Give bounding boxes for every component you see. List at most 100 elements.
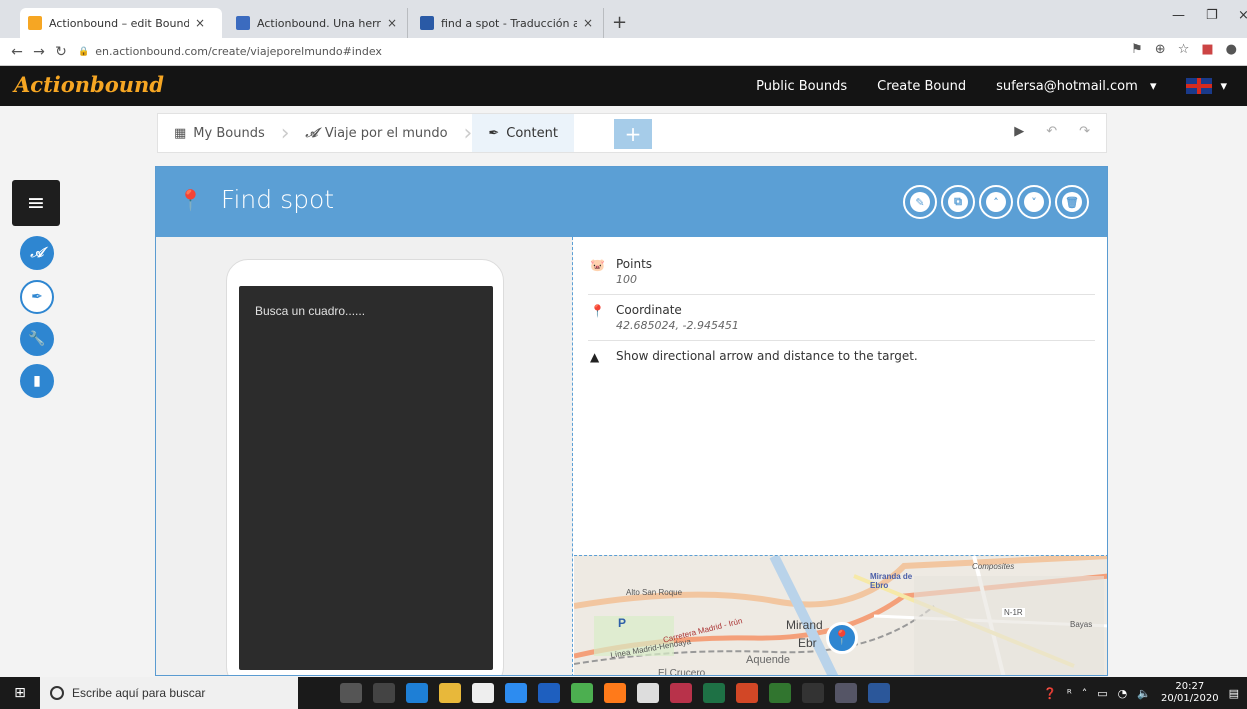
language-menu[interactable]: ▾ <box>1186 78 1227 94</box>
translator-favicon <box>420 16 434 30</box>
sidebar-stats-button[interactable]: ▮ <box>20 364 54 398</box>
tab-title: Actionbound. Una herramienta e <box>257 16 381 30</box>
map-label: Mirand <box>786 618 823 632</box>
mail-icon[interactable] <box>637 683 659 703</box>
breadcrumb-content[interactable]: ✒ Content <box>472 114 574 152</box>
browser-tab-actionbound-edit[interactable]: Actionbound – edit Bound | Crea × <box>20 8 222 38</box>
undo-icon[interactable]: ↶ <box>1046 124 1057 139</box>
map-view[interactable]: Alto San Roque Miranda de Ebro Composite… <box>574 555 1107 676</box>
task-view-icon[interactable] <box>373 683 395 703</box>
user-menu[interactable]: sufersa@hotmail.com ▾ <box>996 79 1156 94</box>
search-app-icon[interactable] <box>835 683 857 703</box>
create-bound-link[interactable]: Create Bound <box>877 79 966 94</box>
store-icon[interactable] <box>472 683 494 703</box>
menu-hamburger-icon[interactable]: ≡ <box>12 180 60 226</box>
windows-start-icon[interactable]: ⊞ <box>0 685 40 701</box>
property-value: 42.685024, -2.945451 <box>616 319 739 332</box>
quill-icon: ✒ <box>31 289 43 305</box>
delete-button[interactable]: 🗑 <box>1055 185 1089 219</box>
powerpoint-icon[interactable] <box>736 683 758 703</box>
location-pin-icon: 📍 <box>590 304 605 318</box>
tray-chevron-up-icon[interactable]: ˄ <box>1082 687 1088 700</box>
sidebar-settings-button[interactable]: 🔧 <box>20 322 54 356</box>
clock[interactable]: 20:27 20/01/2020 <box>1161 681 1219 705</box>
breadcrumb-label: Viaje por el mundo <box>324 125 448 141</box>
close-tab-icon[interactable]: × <box>583 16 593 30</box>
location-pin-icon: 📍 <box>178 187 203 212</box>
bookmark-star-icon[interactable]: ☆ <box>1178 42 1190 57</box>
app-icon[interactable] <box>538 683 560 703</box>
windows-taskbar: ⊞ Escribe aquí para buscar ❓ ᴿ ˄ ▭ ◔ 🔈 2… <box>0 677 1247 709</box>
duplicate-button[interactable]: ⧉ <box>941 185 975 219</box>
edit-button[interactable]: ✎ <box>903 185 937 219</box>
map-marker-pin-icon[interactable]: 📍 <box>826 622 858 654</box>
breadcrumb-viaje[interactable]: 𝒜 Viaje por el mundo <box>290 114 464 152</box>
sidebar-bound-button[interactable]: 𝒜 <box>20 236 54 270</box>
chrome-icon[interactable] <box>571 683 593 703</box>
map-label: El Crucero <box>658 668 706 676</box>
system-tray: ❓ ᴿ ˄ ▭ ◔ 🔈 20:27 20/01/2020 ▤ <box>1043 677 1247 709</box>
property-label: Show directional arrow and distance to t… <box>616 349 918 363</box>
move-down-button[interactable]: ˅ <box>1017 185 1051 219</box>
tab-title: find a spot - Traducción al españ <box>441 16 577 30</box>
property-label: Points <box>616 257 653 271</box>
actionbound-icon: 𝒜 <box>305 125 318 141</box>
close-tab-icon[interactable]: × <box>387 16 397 30</box>
play-icon[interactable]: ▶ <box>1014 124 1024 139</box>
forward-icon[interactable]: → <box>28 44 50 60</box>
property-points[interactable]: 🐷 Points 100 <box>588 249 1095 295</box>
chevron-down-icon: ˅ <box>1024 192 1044 212</box>
dropbox-icon[interactable] <box>505 683 527 703</box>
breadcrumb-my-bounds[interactable]: ▦ My Bounds <box>158 114 281 152</box>
reload-icon[interactable]: ↻ <box>50 44 72 60</box>
access-icon[interactable] <box>670 683 692 703</box>
word-icon[interactable] <box>868 683 890 703</box>
lock-icon: 🔒 <box>78 46 90 57</box>
actionbound-logo[interactable]: Actionbound <box>14 72 164 97</box>
browser-tab-actionbound-herramienta[interactable]: Actionbound. Una herramienta e × <box>228 8 408 38</box>
close-tab-icon[interactable]: × <box>195 16 205 30</box>
add-element-button[interactable]: + <box>614 119 652 149</box>
property-coordinate[interactable]: 📍 Coordinate 42.685024, -2.945451 <box>588 295 1095 341</box>
new-tab-button[interactable]: + <box>612 12 627 33</box>
breadcrumb-separator: › <box>463 120 473 146</box>
battery-icon[interactable]: ▭ <box>1097 687 1107 700</box>
firefox-icon[interactable] <box>604 683 626 703</box>
translate-icon[interactable]: ⚑ <box>1131 42 1143 57</box>
move-up-button[interactable]: ˄ <box>979 185 1013 219</box>
volume-icon[interactable]: 🔈 <box>1137 687 1151 700</box>
zoom-icon[interactable]: ⊕ <box>1155 42 1166 57</box>
url-field[interactable]: 🔒 en.actionbound.com/create/viajeporelmu… <box>78 45 382 58</box>
copy-icon: ⧉ <box>948 192 968 212</box>
help-icon[interactable]: ❓ <box>1043 687 1057 700</box>
edge-icon[interactable] <box>406 683 428 703</box>
clock-time: 20:27 <box>1175 681 1205 692</box>
minimize-icon[interactable]: — <box>1172 8 1185 23</box>
file-explorer-icon[interactable] <box>439 683 461 703</box>
extension-icon[interactable]: ■ <box>1201 42 1213 57</box>
browser-actions: ⚑ ⊕ ☆ ■ ● <box>1131 42 1237 57</box>
notifications-icon[interactable]: ▤ <box>1229 687 1239 700</box>
taskbar-search[interactable]: Escribe aquí para buscar <box>40 677 298 709</box>
back-icon[interactable]: ← <box>6 44 28 60</box>
restore-icon[interactable]: ❐ <box>1206 8 1218 23</box>
people-icon[interactable]: ᴿ <box>1067 687 1072 700</box>
excel-icon[interactable] <box>703 683 725 703</box>
crumb-tools: ▶ ↶ ↷ <box>1014 124 1090 139</box>
map-label: Aquende <box>746 654 791 666</box>
microphone-icon[interactable] <box>340 683 362 703</box>
sidebar-content-button[interactable]: ✒ <box>20 280 54 314</box>
caret-down-icon: ▾ <box>1220 78 1227 94</box>
chevron-up-icon: ˄ <box>986 192 1006 212</box>
actionbound-icon: 𝒜 <box>30 245 44 261</box>
publisher-icon[interactable] <box>769 683 791 703</box>
network-icon[interactable]: ◔ <box>1118 687 1128 700</box>
public-bounds-link[interactable]: Public Bounds <box>756 79 847 94</box>
close-window-icon[interactable]: × <box>1238 8 1247 23</box>
property-directional-arrow[interactable]: ▲ Show directional arrow and distance to… <box>588 341 1095 371</box>
profile-icon[interactable]: ● <box>1226 42 1237 57</box>
browser-tab-find-a-spot[interactable]: find a spot - Traducción al españ × <box>412 8 604 38</box>
app-icon[interactable] <box>802 683 824 703</box>
redo-icon[interactable]: ↷ <box>1079 124 1090 139</box>
url-text: en.actionbound.com/create/viajeporelmund… <box>95 45 382 58</box>
